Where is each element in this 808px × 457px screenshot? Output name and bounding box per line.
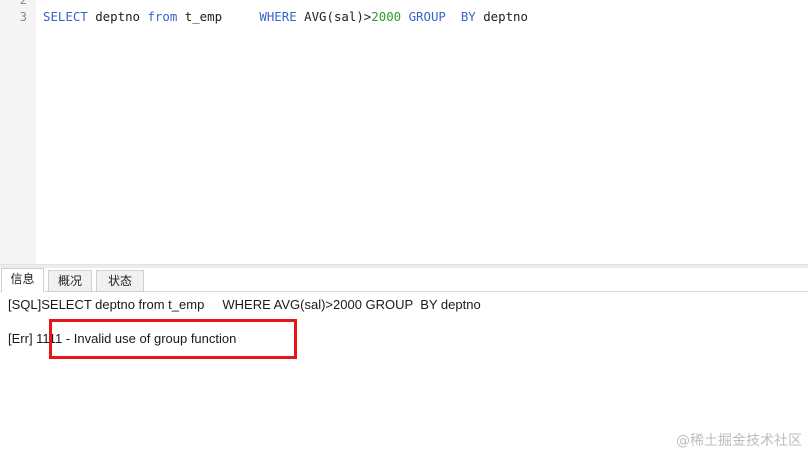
line-number-gutter <box>0 0 36 264</box>
watermark: @稀土掘金技术社区 <box>676 433 802 449</box>
sql-client-window: 2 3 SELECT deptno from t_emp WHERE AVG(s… <box>0 0 808 457</box>
keyword-group: GROUP <box>408 9 446 24</box>
keyword-select: SELECT <box>43 9 88 24</box>
sql-statement[interactable]: SELECT deptno from t_emp WHERE AVG(sal)>… <box>43 8 528 26</box>
tab-status[interactable]: 状态 <box>96 270 144 292</box>
keyword-by: BY <box>460 9 476 24</box>
editor-line[interactable]: 3 SELECT deptno from t_emp WHERE AVG(sal… <box>0 8 808 26</box>
error-highlight-box <box>49 319 297 359</box>
line-number: 3 <box>19 10 27 24</box>
code-text: t_emp <box>177 9 260 24</box>
result-tab-bar: 信息 概况 状态 <box>0 268 808 293</box>
code-text: deptno <box>475 9 528 24</box>
sql-editor[interactable]: 2 3 SELECT deptno from t_emp WHERE AVG(s… <box>0 0 808 264</box>
code-text: deptno <box>87 9 148 24</box>
number-literal: 2000 <box>371 9 402 24</box>
keyword-from: from <box>147 9 178 24</box>
tab-message[interactable]: 信息 <box>1 268 44 293</box>
sql-message: [SQL]SELECT deptno from t_emp WHERE AVG(… <box>8 297 481 312</box>
tab-summary[interactable]: 概况 <box>48 270 92 292</box>
code-text: AVG(sal)> <box>296 9 372 24</box>
keyword-where: WHERE <box>259 9 297 24</box>
